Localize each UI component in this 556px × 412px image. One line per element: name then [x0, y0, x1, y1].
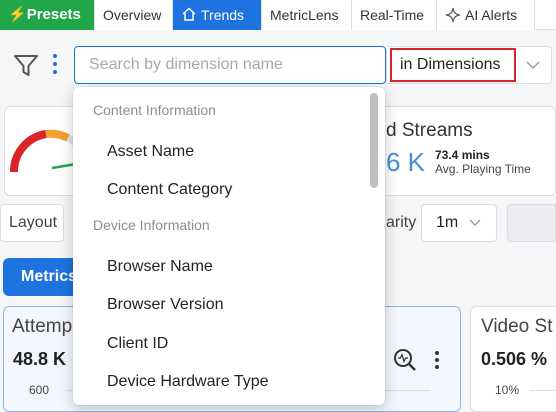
top-tab-bar: ⚡Presets Overview Trends MetricLens Real…	[0, 0, 556, 30]
dimension-scope-value[interactable]: in Dimensions	[390, 48, 516, 82]
chevron-down-icon[interactable]	[524, 56, 542, 74]
dropdown-item[interactable]: Content Category	[107, 181, 232, 199]
home-icon	[182, 7, 196, 21]
tab-overview[interactable]: Overview	[95, 0, 173, 30]
tab-overview-label: Overview	[103, 7, 162, 23]
dropdown-item[interactable]: Browser Name	[107, 258, 213, 276]
filter-icon[interactable]	[12, 51, 40, 79]
granularity-select[interactable]: 1m	[421, 204, 497, 242]
playing-time-label: Avg. Playing Time	[435, 162, 531, 176]
dimension-search-input[interactable]	[74, 46, 386, 84]
chevron-down-icon[interactable]	[468, 215, 482, 229]
dropdown-scrollbar[interactable]	[370, 93, 378, 188]
metric-card-value: 0.506 %	[481, 349, 548, 369]
toolbar-end-segment[interactable]	[507, 204, 556, 242]
metric-card-title: Video St	[481, 316, 553, 337]
gridline	[530, 390, 556, 391]
metric-card-title: Attemp	[12, 316, 73, 337]
tab-trends-label: Trends	[201, 7, 245, 23]
dropdown-group-label: Content Information	[93, 102, 216, 118]
metric-card-value: 48.8 K	[13, 349, 67, 369]
zoom-analyze-icon[interactable]	[391, 346, 419, 374]
tab-metriclens-label: MetricLens	[270, 7, 339, 23]
dimension-dropdown: Content Information Asset Name Content C…	[73, 87, 385, 405]
dropdown-item[interactable]: Browser Version	[107, 296, 224, 314]
layout-button[interactable]: Layout	[0, 204, 64, 242]
card-menu-kebab-icon[interactable]	[433, 350, 441, 372]
playing-time-value: 73.4 mins	[435, 148, 490, 162]
tab-realtime[interactable]: Real-Time	[352, 0, 437, 30]
dropdown-item[interactable]: Client ID	[107, 335, 168, 353]
axis-tick-label: 10%	[495, 383, 520, 397]
axis-tick-label: 600	[29, 383, 50, 397]
bolt-icon: ⚡	[8, 6, 27, 23]
metrics-button[interactable]: Metrics	[3, 258, 79, 296]
tab-presets-label: Presets	[26, 6, 81, 23]
tab-presets[interactable]: ⚡Presets	[0, 0, 95, 30]
tab-trends[interactable]: Trends	[173, 0, 262, 30]
tab-metriclens[interactable]: MetricLens	[262, 0, 352, 30]
tab-ai-alerts[interactable]: AI Alerts	[437, 0, 535, 30]
streams-value: 6 K	[386, 147, 426, 177]
tab-realtime-label: Real-Time	[360, 7, 425, 23]
tab-ai-alerts-label: AI Alerts	[465, 7, 518, 23]
sparkle-icon	[445, 7, 461, 23]
filter-menu-kebab-icon[interactable]	[49, 52, 61, 76]
dropdown-item[interactable]: Asset Name	[107, 143, 194, 161]
granularity-label: arity	[386, 214, 417, 231]
dropdown-item[interactable]: Device Hardware Type	[107, 373, 269, 391]
dropdown-group-label: Device Information	[93, 217, 210, 233]
streams-title: d Streams	[386, 120, 473, 141]
